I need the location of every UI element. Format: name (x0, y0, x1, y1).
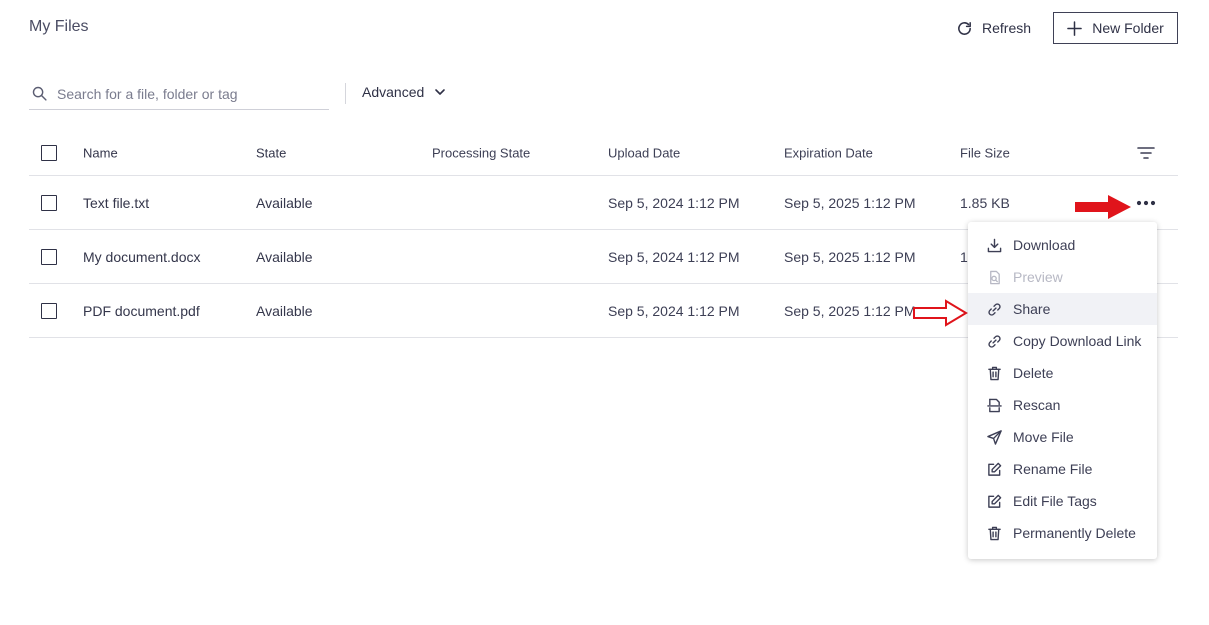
row-checkbox[interactable] (41, 302, 57, 319)
search-bar (29, 78, 329, 110)
menu-item-label: Download (1013, 237, 1076, 253)
more-actions-icon[interactable] (1135, 199, 1157, 207)
menu-item-edit-file-tags[interactable]: Edit File Tags (968, 485, 1157, 517)
menu-item-permanently-delete[interactable]: Permanently Delete (968, 517, 1157, 549)
menu-item-label: Preview (1013, 269, 1063, 285)
file-expiration-date: Sep 5, 2025 1:12 PM (784, 302, 916, 319)
file-expiration-date: Sep 5, 2025 1:12 PM (784, 248, 916, 265)
search-input[interactable] (57, 85, 317, 102)
preview-icon (990, 270, 1000, 284)
menu-item-rescan[interactable]: Rescan (968, 389, 1157, 421)
menu-item-label: Delete (1013, 365, 1054, 381)
menu-item-move-file[interactable]: Move File (968, 421, 1157, 453)
trash-icon (988, 526, 1001, 540)
column-header-state[interactable]: State (256, 145, 286, 160)
new-folder-button[interactable]: New Folder (1053, 12, 1178, 44)
search-icon (32, 86, 47, 101)
column-header-name[interactable]: Name (83, 145, 118, 160)
refresh-icon (958, 21, 971, 35)
link-icon (988, 302, 1001, 316)
divider (345, 83, 346, 104)
menu-item-rename-file[interactable]: Rename File (968, 453, 1157, 485)
filter-icon[interactable] (1137, 146, 1155, 160)
menu-item-share[interactable]: Share (968, 293, 1157, 325)
menu-item-copy-download-link[interactable]: Copy Download Link (968, 325, 1157, 357)
page-title: My Files (29, 18, 89, 35)
row-checkbox[interactable] (41, 194, 57, 211)
download-icon (987, 238, 1002, 252)
chevron-down-icon (435, 89, 446, 95)
advanced-dropdown[interactable]: Advanced (362, 84, 446, 100)
file-upload-date: Sep 5, 2024 1:12 PM (608, 194, 740, 211)
file-size: 1 (960, 248, 968, 265)
menu-item-label: Rescan (1013, 397, 1061, 413)
trash-icon (988, 366, 1001, 380)
file-context-menu: Download Preview Share Copy Download Lin… (968, 222, 1157, 559)
row-checkbox[interactable] (41, 248, 57, 265)
scan-icon (987, 398, 1002, 412)
refresh-button[interactable]: Refresh (956, 18, 1031, 38)
menu-item-delete[interactable]: Delete (968, 357, 1157, 389)
menu-item-label: Share (1013, 301, 1051, 317)
column-header-file-size[interactable]: File Size (960, 145, 1010, 160)
file-state: Available (256, 302, 313, 319)
menu-item-download[interactable]: Download (968, 229, 1157, 261)
file-upload-date: Sep 5, 2024 1:12 PM (608, 302, 740, 319)
red-arrow-annotation (1075, 195, 1131, 219)
file-name[interactable]: Text file.txt (83, 195, 149, 211)
column-header-upload-date[interactable]: Upload Date (608, 145, 680, 160)
outline-arrow-annotation (913, 299, 968, 327)
file-upload-date: Sep 5, 2024 1:12 PM (608, 248, 740, 265)
menu-item-label: Copy Download Link (1013, 333, 1142, 349)
file-name[interactable]: PDF document.pdf (83, 303, 200, 319)
edit-icon (988, 462, 1002, 476)
column-header-processing-state[interactable]: Processing State (432, 145, 530, 160)
new-folder-label: New Folder (1092, 20, 1164, 36)
menu-item-label: Edit File Tags (1013, 493, 1097, 509)
send-icon (987, 429, 1002, 445)
file-size: 1.85 KB (960, 194, 1010, 211)
menu-item-label: Rename File (1013, 461, 1093, 477)
advanced-label: Advanced (362, 84, 425, 100)
table-header: Name State Processing State Upload Date … (29, 130, 1178, 176)
menu-item-label: Permanently Delete (1013, 525, 1136, 541)
link-icon (988, 334, 1001, 348)
menu-item-preview: Preview (968, 261, 1157, 293)
select-all-checkbox[interactable] (41, 144, 57, 161)
edit-icon (988, 494, 1002, 508)
file-expiration-date: Sep 5, 2025 1:12 PM (784, 194, 916, 211)
refresh-label: Refresh (982, 20, 1032, 36)
file-name[interactable]: My document.docx (83, 249, 201, 265)
plus-icon (1067, 20, 1083, 36)
column-header-expiration-date[interactable]: Expiration Date (784, 145, 873, 160)
file-state: Available (256, 248, 313, 265)
menu-item-label: Move File (1013, 429, 1074, 445)
file-state: Available (256, 194, 313, 211)
